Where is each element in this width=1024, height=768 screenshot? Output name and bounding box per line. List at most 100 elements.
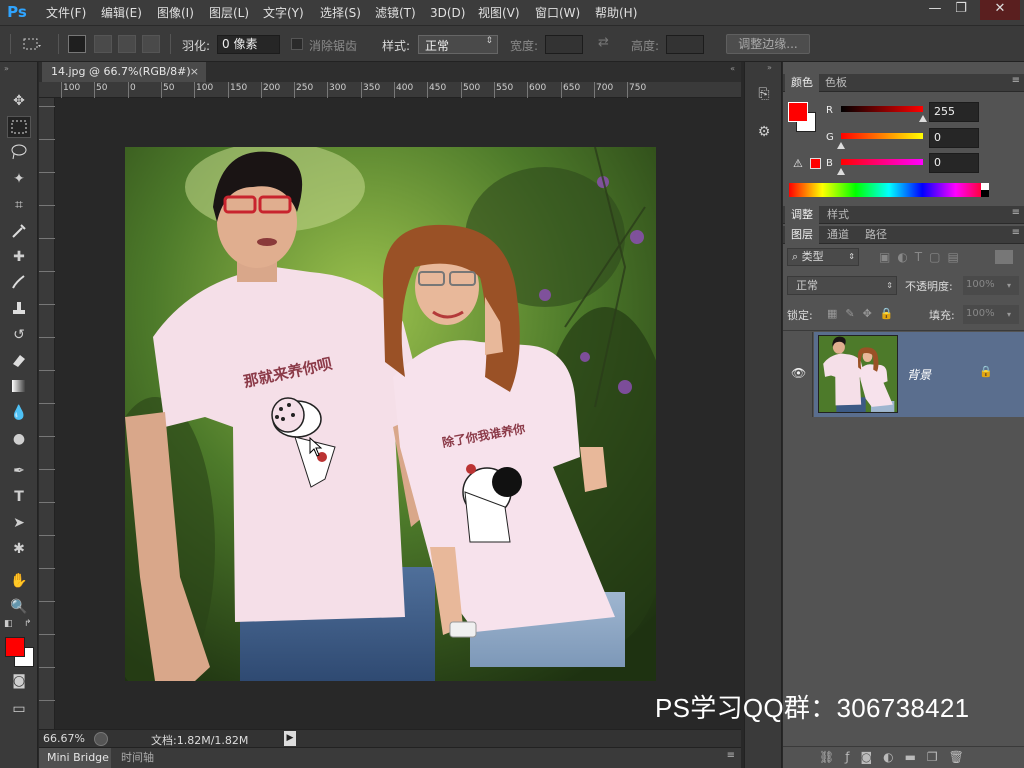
status-menu-arrow-icon[interactable]: ▶: [284, 731, 296, 746]
tab-channels[interactable]: 通道: [821, 226, 855, 244]
opacity-input[interactable]: 100%: [963, 276, 1007, 295]
channel-g-thumb[interactable]: [837, 139, 845, 149]
layer-thumbnail[interactable]: [818, 335, 898, 413]
panel-menu-icon[interactable]: ≡: [727, 750, 735, 761]
history-panel-icon[interactable]: ⎘: [753, 86, 775, 108]
eyedropper-tool-icon[interactable]: [7, 220, 31, 242]
spectrum-white-swatch[interactable]: [981, 183, 989, 190]
hand-tool-icon[interactable]: ✋: [7, 570, 31, 592]
color-spectrum-bar[interactable]: [789, 183, 989, 197]
feather-input[interactable]: 0 像素: [217, 35, 280, 54]
quick-mask-icon[interactable]: ◙: [7, 670, 31, 692]
add-selection-icon[interactable]: [94, 35, 112, 53]
tab-mini-bridge[interactable]: Mini Bridge: [39, 748, 111, 768]
channel-b-thumb[interactable]: [837, 165, 845, 175]
menu-image[interactable]: 图像(I): [157, 4, 194, 22]
channel-r-thumb[interactable]: [919, 112, 927, 122]
status-info-icon[interactable]: [94, 732, 108, 746]
swap-colors-icon[interactable]: ↱: [24, 619, 32, 629]
fill-input[interactable]: 100%: [963, 305, 1007, 324]
document-image[interactable]: 那就来养你呗 除了你我谁养你: [125, 147, 656, 681]
new-selection-icon[interactable]: [68, 35, 86, 53]
layer-filter-select[interactable]: ⌕ 类型 ⇕: [787, 248, 859, 266]
height-input[interactable]: [666, 35, 704, 54]
document-tab[interactable]: 14.jpg @ 66.7%(RGB/8#) ×: [42, 62, 206, 82]
menu-edit[interactable]: 编辑(E): [101, 4, 142, 22]
width-input[interactable]: [545, 35, 583, 54]
eraser-tool-icon[interactable]: [7, 350, 31, 372]
layer-filter-icons[interactable]: ▣◐T▢▤: [879, 250, 966, 264]
type-tool-icon[interactable]: T: [7, 486, 31, 508]
menu-filter[interactable]: 滤镜(T): [375, 4, 416, 22]
lasso-tool-icon[interactable]: [7, 142, 31, 164]
properties-panel-icon[interactable]: ⚙: [753, 124, 775, 146]
menu-file[interactable]: 文件(F): [46, 4, 86, 22]
clone-stamp-tool-icon[interactable]: [7, 298, 31, 320]
tab-paths[interactable]: 路径: [859, 226, 893, 244]
crop-tool-icon[interactable]: ⌗: [7, 194, 31, 216]
brush-tool-icon[interactable]: [7, 272, 31, 294]
tab-color[interactable]: 颜色: [785, 74, 819, 92]
marquee-preset-icon[interactable]: [22, 36, 42, 52]
blur-tool-icon[interactable]: 💧: [7, 402, 31, 424]
tab-styles[interactable]: 样式: [821, 206, 855, 224]
channel-b-input[interactable]: 0: [929, 153, 979, 173]
magic-wand-tool-icon[interactable]: ✦: [7, 168, 31, 190]
pen-tool-icon[interactable]: ✒: [7, 460, 31, 482]
collapse-arrows-icon[interactable]: »: [767, 63, 772, 72]
menu-help[interactable]: 帮助(H): [595, 4, 637, 22]
swap-icon[interactable]: ⇄: [598, 35, 609, 50]
close-window-button[interactable]: ✕: [980, 0, 1020, 20]
eye-icon[interactable]: 👁: [791, 366, 806, 380]
custom-shape-tool-icon[interactable]: ✱: [7, 538, 31, 560]
tab-swatches[interactable]: 色板: [819, 74, 853, 92]
tab-layers[interactable]: 图层: [785, 226, 819, 244]
dodge-tool-icon[interactable]: ●: [7, 428, 31, 450]
layer-actions-icons[interactable]: ⛓ƒ◙◐▬❐🗑: [819, 750, 975, 764]
layer-row[interactable]: 👁 背景 🔒: [783, 332, 1024, 417]
channel-r-input[interactable]: 255: [929, 102, 979, 122]
collapse-arrows-icon[interactable]: »: [4, 64, 9, 73]
subtract-selection-icon[interactable]: [118, 35, 136, 53]
channel-r-slider[interactable]: [841, 106, 923, 112]
collapse-arrows-icon[interactable]: «: [730, 64, 735, 73]
move-tool-icon[interactable]: ✥: [7, 90, 31, 112]
channel-b-slider[interactable]: [841, 159, 923, 165]
blend-mode-select[interactable]: 正常 ⇕: [787, 276, 897, 295]
gradient-tool-icon[interactable]: [7, 376, 31, 398]
menu-window[interactable]: 窗口(W): [535, 4, 580, 22]
menu-3d[interactable]: 3D(D): [430, 4, 465, 22]
history-brush-tool-icon[interactable]: ↺: [7, 324, 31, 346]
menu-layer[interactable]: 图层(L): [209, 4, 249, 22]
tab-timeline[interactable]: 时间轴: [115, 748, 154, 768]
panel-menu-icon[interactable]: ≡: [1012, 75, 1020, 86]
rect-marquee-tool-icon[interactable]: [7, 116, 31, 138]
fill-arrow-icon[interactable]: ▾: [1007, 305, 1019, 324]
gamut-swatch[interactable]: [810, 158, 821, 169]
refine-edge-button[interactable]: 调整边缘...: [726, 34, 810, 54]
layer-name[interactable]: 背景: [907, 366, 931, 383]
layer-visibility-cell[interactable]: 👁: [783, 332, 813, 417]
panel-menu-icon[interactable]: ≡: [1012, 207, 1020, 218]
style-select[interactable]: 正常 ⇕: [418, 35, 498, 54]
zoom-tool-icon[interactable]: 🔍: [7, 596, 31, 618]
menu-type[interactable]: 文字(Y): [263, 4, 304, 22]
menu-view[interactable]: 视图(V): [478, 4, 520, 22]
opacity-arrow-icon[interactable]: ▾: [1007, 276, 1019, 295]
healing-brush-tool-icon[interactable]: ✚: [7, 246, 31, 268]
channel-g-input[interactable]: 0: [929, 128, 979, 148]
tab-adjustments[interactable]: 调整: [785, 206, 819, 224]
menu-select[interactable]: 选择(S): [320, 4, 361, 22]
close-tab-icon[interactable]: ×: [190, 62, 199, 82]
channel-g-slider[interactable]: [841, 133, 923, 139]
default-colors-icon[interactable]: ◧: [4, 619, 13, 629]
antialias-checkbox[interactable]: [291, 38, 303, 50]
restore-button[interactable]: ❐: [946, 0, 976, 20]
spectrum-black-swatch[interactable]: [981, 190, 989, 197]
lock-options-icons[interactable]: ▦✎✥🔒: [827, 307, 902, 320]
zoom-level[interactable]: 66.67%: [43, 732, 85, 745]
foreground-color-swatch[interactable]: [5, 637, 25, 657]
color-foreground-swatch[interactable]: [788, 102, 808, 122]
path-selection-tool-icon[interactable]: ➤: [7, 512, 31, 534]
panel-menu-icon[interactable]: ≡: [1012, 227, 1020, 238]
